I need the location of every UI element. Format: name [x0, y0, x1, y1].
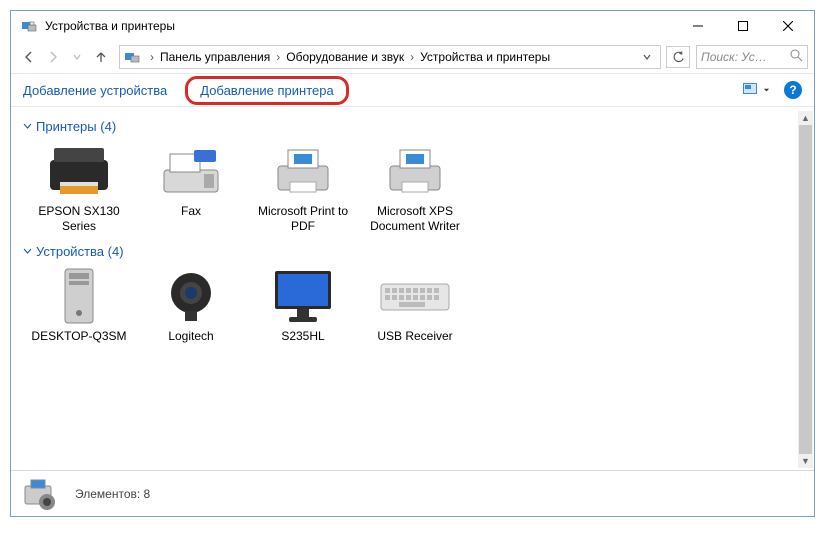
device-label: Logitech: [168, 329, 213, 344]
chevron-down-icon: [23, 244, 32, 259]
group-title: Устройства: [36, 244, 104, 259]
device-item[interactable]: Microsoft XPS Document Writer: [365, 140, 465, 234]
command-bar: Добавление устройства Добавление принтер…: [11, 73, 814, 107]
device-item[interactable]: Logitech: [141, 265, 241, 344]
forward-button[interactable]: [41, 45, 65, 69]
pc-tower-icon: [43, 265, 115, 327]
refresh-button[interactable]: [666, 46, 690, 68]
printer-icon: [267, 140, 339, 202]
chevron-down-icon: [23, 119, 32, 134]
device-label: Microsoft Print to PDF: [253, 204, 353, 234]
chevron-right-icon[interactable]: ›: [404, 50, 420, 64]
navigation-bar: › Панель управления › Оборудование и зву…: [11, 41, 814, 73]
printer-icon: [379, 140, 451, 202]
device-label: DESKTOP-Q3SM: [31, 329, 126, 344]
maximize-button[interactable]: [720, 12, 765, 40]
window-controls: [675, 12, 810, 40]
group-header-devices[interactable]: Устройства (4): [23, 244, 802, 259]
device-label: Microsoft XPS Document Writer: [365, 204, 465, 234]
device-item[interactable]: Fax: [141, 140, 241, 234]
breadcrumb-item[interactable]: Панель управления: [160, 50, 270, 64]
device-item[interactable]: EPSON SX130 Series: [29, 140, 129, 234]
scroll-down-icon[interactable]: ▼: [801, 456, 810, 466]
status-text: Элементов: 8: [75, 487, 150, 501]
window-title: Устройства и принтеры: [45, 19, 675, 33]
content-area: Принтеры (4) EPSON SX130 Series Fax Micr…: [11, 107, 814, 470]
device-label: USB Receiver: [377, 329, 452, 344]
up-button[interactable]: [89, 45, 113, 69]
devices-printers-icon: [124, 49, 140, 65]
add-printer-button[interactable]: Добавление принтера: [185, 76, 348, 105]
scroll-up-icon[interactable]: ▲: [801, 113, 810, 123]
monitor-icon: [267, 265, 339, 327]
view-options-button[interactable]: [743, 83, 770, 97]
help-button[interactable]: ?: [784, 81, 802, 99]
breadcrumb-item[interactable]: Устройства и принтеры: [420, 50, 550, 64]
search-placeholder: Поиск: Ус…: [701, 50, 767, 64]
device-item[interactable]: Microsoft Print to PDF: [253, 140, 353, 234]
device-item[interactable]: USB Receiver: [365, 265, 465, 344]
close-button[interactable]: [765, 12, 810, 40]
group-header-printers[interactable]: Принтеры (4): [23, 119, 802, 134]
webcam-icon: [155, 265, 227, 327]
back-button[interactable]: [17, 45, 41, 69]
add-device-button[interactable]: Добавление устройства: [23, 83, 167, 98]
devices-list: DESKTOP-Q3SM Logitech S235HL USB Receive…: [29, 265, 802, 344]
device-item[interactable]: DESKTOP-Q3SM: [29, 265, 129, 344]
device-label: Fax: [181, 204, 201, 219]
group-count: (4): [97, 119, 117, 134]
scrollbar-thumb[interactable]: [799, 125, 812, 454]
devices-summary-icon: [21, 476, 61, 512]
devices-printers-icon: [21, 18, 37, 34]
printers-list: EPSON SX130 Series Fax Microsoft Print t…: [29, 140, 802, 234]
device-label: EPSON SX130 Series: [29, 204, 129, 234]
minimize-button[interactable]: [675, 12, 720, 40]
titlebar: Устройства и принтеры: [11, 11, 814, 41]
breadcrumb-dropdown[interactable]: [638, 53, 656, 61]
devices-printers-window: Устройства и принтеры › Панель управлени…: [10, 10, 815, 517]
fax-icon: [155, 140, 227, 202]
breadcrumb-item[interactable]: Оборудование и звук: [286, 50, 404, 64]
search-input[interactable]: Поиск: Ус…: [696, 45, 808, 69]
device-label: S235HL: [281, 329, 324, 344]
recent-locations-button[interactable]: [65, 45, 89, 69]
chevron-right-icon[interactable]: ›: [144, 50, 160, 64]
vertical-scrollbar[interactable]: ▲ ▼: [798, 111, 813, 468]
device-item[interactable]: S235HL: [253, 265, 353, 344]
search-icon: [790, 49, 803, 65]
group-count: (4): [104, 244, 124, 259]
group-title: Принтеры: [36, 119, 97, 134]
printer-icon: [43, 140, 115, 202]
breadcrumb[interactable]: › Панель управления › Оборудование и зву…: [119, 45, 661, 69]
keyboard-icon: [379, 265, 451, 327]
status-bar: Элементов: 8: [11, 470, 814, 516]
chevron-right-icon[interactable]: ›: [270, 50, 286, 64]
